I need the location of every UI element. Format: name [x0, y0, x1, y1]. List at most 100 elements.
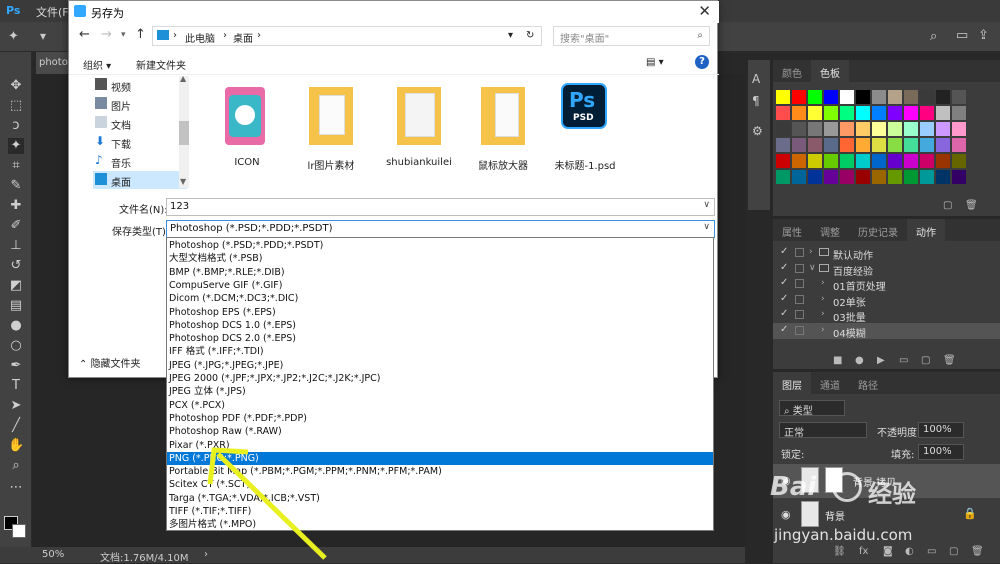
- tab-paths[interactable]: 路径: [849, 372, 887, 394]
- scrollbar-thumb[interactable]: [179, 121, 189, 145]
- delete-action-icon[interactable]: 🗑: [943, 355, 956, 366]
- color-swatch[interactable]: [936, 138, 950, 152]
- tab-channels[interactable]: 通道: [811, 372, 849, 394]
- more-tools-icon[interactable]: ⋯: [8, 480, 24, 496]
- tab-swatches[interactable]: 色板: [811, 60, 849, 82]
- color-swatch[interactable]: [904, 90, 918, 104]
- color-swatch[interactable]: [856, 154, 870, 168]
- color-swatch[interactable]: [936, 154, 950, 168]
- expand-arrow-icon[interactable]: ›: [821, 294, 825, 304]
- tab-layers[interactable]: 图层: [773, 372, 811, 394]
- tool-preset-arrow-icon[interactable]: ▾: [40, 29, 46, 43]
- type-tool-icon[interactable]: T: [8, 378, 24, 394]
- color-swatch[interactable]: [920, 106, 934, 120]
- brush-tool-icon[interactable]: ✐: [8, 218, 24, 234]
- tab-adjustments[interactable]: 调整: [811, 219, 849, 241]
- nav-scrollbar[interactable]: ▲ ▼: [179, 74, 189, 188]
- dialog-toggle-box[interactable]: [795, 325, 804, 335]
- color-swatch[interactable]: [840, 138, 854, 152]
- workspace-icon[interactable]: ▭: [956, 28, 968, 43]
- new-swatch-icon[interactable]: ▢: [943, 200, 952, 211]
- eraser-tool-icon[interactable]: ◩: [8, 278, 24, 294]
- magic-wand-tool-icon[interactable]: ✦: [8, 138, 24, 154]
- record-icon[interactable]: ●: [855, 355, 864, 366]
- color-swatch[interactable]: [888, 106, 902, 120]
- scroll-up-icon[interactable]: ▲: [180, 74, 186, 83]
- filetype-option[interactable]: JPEG (*.JPG;*.JPEG;*.JPE): [167, 359, 713, 372]
- healing-tool-icon[interactable]: ✚: [8, 198, 24, 214]
- color-swatch[interactable]: [952, 170, 966, 184]
- color-swatch[interactable]: [792, 90, 806, 104]
- color-swatch[interactable]: [872, 90, 886, 104]
- filetype-option[interactable]: 大型文档格式 (*.PSB): [167, 252, 713, 265]
- filename-input[interactable]: 123 ∨: [166, 198, 715, 216]
- color-swatch[interactable]: [952, 138, 966, 152]
- color-swatch[interactable]: [776, 138, 790, 152]
- expand-arrow-icon[interactable]: ›: [809, 247, 813, 257]
- check-icon[interactable]: ✓: [780, 277, 788, 288]
- file-item[interactable]: ICON: [211, 79, 283, 179]
- back-arrow-icon[interactable]: ←: [79, 27, 90, 42]
- new-folder-button[interactable]: 新建文件夹: [136, 57, 186, 72]
- document-tab[interactable]: photo-: [36, 52, 70, 74]
- breadcrumb-desktop[interactable]: 桌面: [233, 30, 253, 45]
- check-icon[interactable]: ✓: [780, 324, 788, 335]
- color-swatch[interactable]: [936, 90, 950, 104]
- marquee-tool-icon[interactable]: ⬚: [8, 98, 24, 114]
- filetype-option[interactable]: Photoshop EPS (*.EPS): [167, 306, 713, 319]
- color-swatch[interactable]: [776, 170, 790, 184]
- check-icon[interactable]: ✓: [780, 246, 788, 257]
- dialog-toggle-box[interactable]: [795, 310, 804, 319]
- breadcrumb-this-pc[interactable]: 此电脑: [185, 30, 215, 45]
- check-icon[interactable]: ✓: [780, 308, 788, 319]
- filetype-select[interactable]: Photoshop (*.PSD;*.PDD;*.PSDT) ∨: [166, 220, 715, 238]
- dialog-toggle-box[interactable]: [795, 263, 804, 273]
- color-swatch[interactable]: [888, 138, 902, 152]
- color-swatch[interactable]: [856, 170, 870, 184]
- action-item[interactable]: ✓ › 02单张: [773, 292, 1000, 309]
- filetype-option[interactable]: Photoshop DCS 1.0 (*.EPS): [167, 319, 713, 332]
- background-color-swatch[interactable]: [12, 524, 26, 538]
- check-icon[interactable]: ✓: [780, 293, 788, 304]
- action-item[interactable]: ✓ ∨ 百度经验: [773, 261, 1000, 278]
- refresh-icon[interactable]: ↻: [526, 30, 534, 41]
- lasso-tool-icon[interactable]: ↄ: [8, 118, 24, 134]
- stop-icon[interactable]: ■: [833, 355, 842, 366]
- color-swatch[interactable]: [856, 90, 870, 104]
- color-swatch[interactable]: [792, 170, 806, 184]
- color-swatch[interactable]: [872, 170, 886, 184]
- color-swatch[interactable]: [824, 90, 838, 104]
- check-icon[interactable]: ✓: [780, 262, 788, 273]
- file-item[interactable]: 鼠标放大器: [467, 79, 539, 179]
- color-swatch[interactable]: [936, 170, 950, 184]
- color-swatch[interactable]: [936, 106, 950, 120]
- file-item[interactable]: shubiankuilei: [383, 79, 455, 179]
- filetype-option[interactable]: Photoshop DCS 2.0 (*.EPS): [167, 332, 713, 345]
- color-swatch[interactable]: [824, 170, 838, 184]
- color-swatch[interactable]: [872, 122, 886, 136]
- nav-item-music[interactable]: ♪ 音乐: [93, 152, 187, 170]
- color-swatch[interactable]: [824, 154, 838, 168]
- color-swatch[interactable]: [776, 122, 790, 136]
- color-swatch[interactable]: [904, 122, 918, 136]
- color-swatch[interactable]: [888, 170, 902, 184]
- layer-filter-select[interactable]: ⌕ 类型: [779, 400, 845, 417]
- color-swatch[interactable]: [936, 122, 950, 136]
- color-swatch[interactable]: [872, 138, 886, 152]
- search-icon[interactable]: ⌕: [930, 29, 937, 44]
- zoom-tool-icon[interactable]: ⌕: [8, 458, 24, 474]
- color-swatch[interactable]: [888, 154, 902, 168]
- filetype-option[interactable]: Dicom (*.DCM;*.DC3;*.DIC): [167, 292, 713, 305]
- filetype-option[interactable]: PCX (*.PCX): [167, 399, 713, 412]
- tools-panel-icon[interactable]: ⚙: [752, 124, 763, 138]
- chevron-down-icon[interactable]: ∨: [703, 200, 710, 210]
- color-swatch[interactable]: [920, 90, 934, 104]
- color-swatch[interactable]: [952, 154, 966, 168]
- color-swatch[interactable]: [824, 106, 838, 120]
- filetype-option[interactable]: Photoshop Raw (*.RAW): [167, 425, 713, 438]
- color-swatch[interactable]: [920, 154, 934, 168]
- blur-tool-icon[interactable]: ●: [8, 318, 24, 334]
- color-swatch[interactable]: [856, 106, 870, 120]
- search-input[interactable]: 搜索"桌面" ⌕: [553, 26, 710, 46]
- color-swatch[interactable]: [920, 138, 934, 152]
